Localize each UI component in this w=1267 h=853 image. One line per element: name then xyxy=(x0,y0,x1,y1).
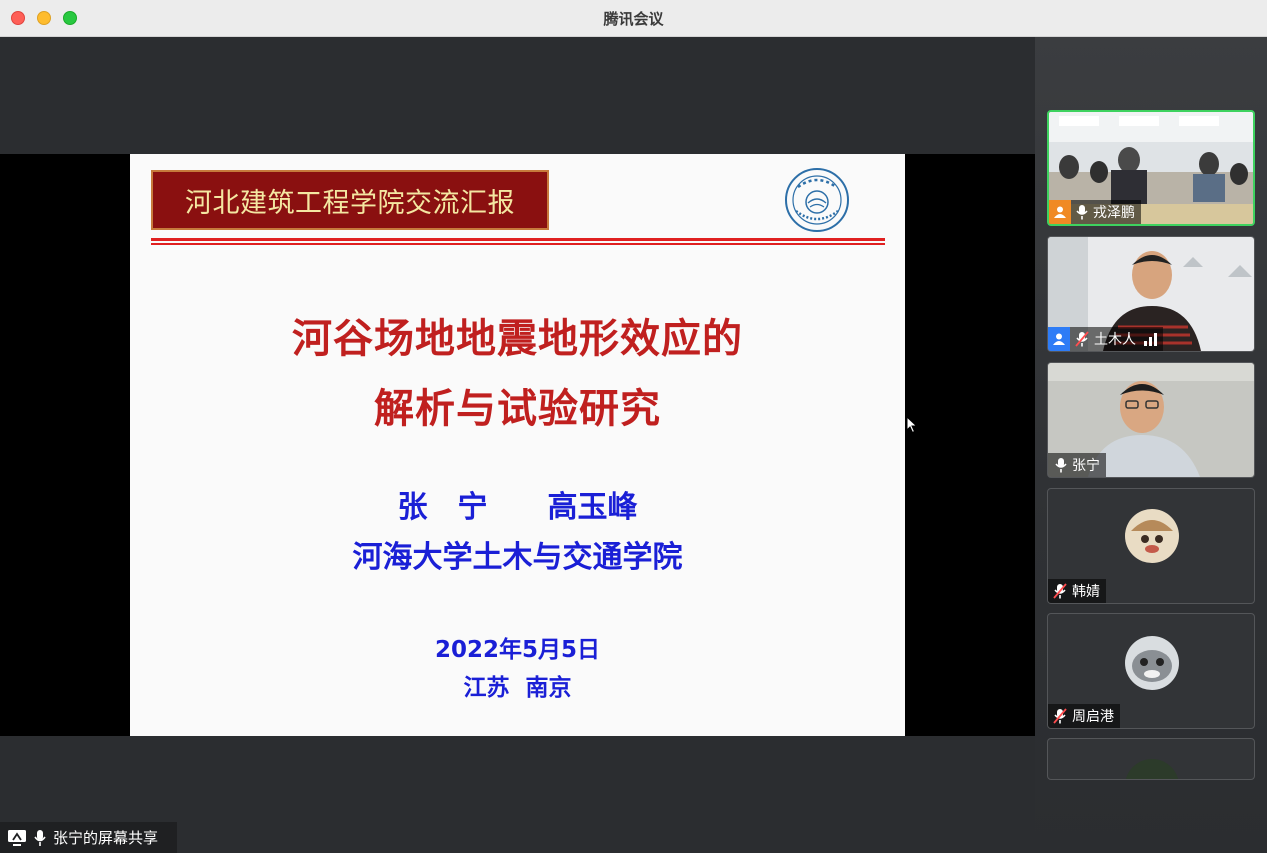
presentation-slide: 河北建筑工程学院交流汇报 河谷场地地震地形效应的 解析与试验研究 张 宁 高玉峰… xyxy=(130,154,905,736)
slide-header-text: 河北建筑工程学院交流汇报 xyxy=(185,187,515,219)
participant-name: 周启港 xyxy=(1072,709,1114,725)
slide-title-line-2: 解析与试验研究 xyxy=(374,386,661,432)
microphone-icon xyxy=(34,829,46,846)
participant-avatar xyxy=(1125,509,1179,563)
microphone-icon xyxy=(1055,458,1067,473)
screen-share-icon xyxy=(8,829,26,846)
university-seal-logo xyxy=(785,168,849,232)
screen-share-label: 张宁的屏幕共享 xyxy=(53,829,159,847)
slide-affiliation: 河海大学土木与交通学院 xyxy=(352,540,683,575)
window-titlebar: 腾讯会议 xyxy=(0,0,1267,37)
participant-tile-2[interactable]: 土木人 xyxy=(1047,236,1255,352)
participant-name-bar: 周启港 xyxy=(1048,704,1120,728)
slide-header-box: 河北建筑工程学院交流汇报 xyxy=(151,170,549,230)
participant-name-bar: 土木人 xyxy=(1048,327,1163,351)
participant-tile-6[interactable] xyxy=(1047,738,1255,780)
cohost-role-icon xyxy=(1048,327,1070,351)
network-signal-icon xyxy=(1144,332,1157,346)
participant-name-bar: 戎泽鹏 xyxy=(1049,200,1141,224)
participant-avatar xyxy=(1125,636,1179,690)
microphone-muted-icon xyxy=(1053,708,1067,724)
window-title: 腾讯会议 xyxy=(603,10,664,28)
slide-date: 2022年5月5日 xyxy=(434,637,601,663)
mouse-cursor-icon xyxy=(906,416,918,434)
microphone-icon xyxy=(1076,205,1088,220)
slide-authors: 张 宁 高玉峰 xyxy=(397,490,638,525)
participant-tile-1[interactable]: 戎泽鹏 xyxy=(1047,110,1255,226)
microphone-muted-icon xyxy=(1075,331,1089,347)
participant-avatar xyxy=(1125,759,1179,779)
slide-title-line-1: 河谷场地地震地形效应的 xyxy=(292,316,743,362)
screen-share-indicator[interactable]: 张宁的屏幕共享 xyxy=(0,822,177,853)
microphone-muted-icon xyxy=(1053,583,1067,599)
slide-place: 江苏 南京 xyxy=(463,675,572,701)
participant-tile-3[interactable]: 张宁 xyxy=(1047,362,1255,478)
participant-name: 戎泽鹏 xyxy=(1093,205,1135,221)
shared-screen-area: 河北建筑工程学院交流汇报 河谷场地地震地形效应的 解析与试验研究 张 宁 高玉峰… xyxy=(0,37,1035,853)
host-role-icon xyxy=(1049,200,1071,224)
participant-name: 韩婧 xyxy=(1072,584,1100,600)
participant-tile-4[interactable]: 韩婧 xyxy=(1047,488,1255,604)
participant-name: 张宁 xyxy=(1072,458,1100,474)
participant-tile-5[interactable]: 周启港 xyxy=(1047,613,1255,729)
slide-rule-bottom xyxy=(151,243,885,245)
participant-name-bar: 韩婧 xyxy=(1048,579,1106,603)
slide-rule-top xyxy=(151,238,885,241)
participant-name-bar: 张宁 xyxy=(1048,453,1106,477)
participant-name: 土木人 xyxy=(1094,332,1136,348)
